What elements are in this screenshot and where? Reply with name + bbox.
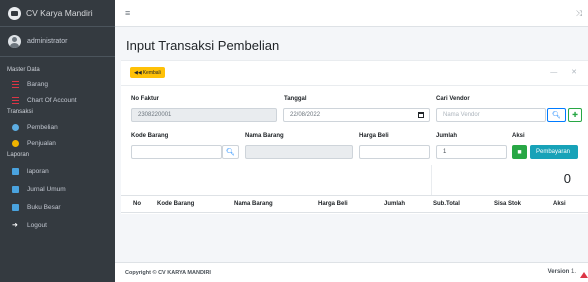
th-no: No <box>133 201 141 207</box>
sidebar-item-label: Logout <box>27 221 47 229</box>
sidebar-item-buku-besar[interactable]: Buku Besar <box>0 198 115 216</box>
sidebar-item-label: Buku Besar <box>27 203 61 211</box>
circle-icon <box>12 123 19 131</box>
vendor-field[interactable]: Nama Vendor <box>436 108 546 122</box>
jumlah-value: 1 <box>443 149 447 155</box>
brand-link[interactable]: CV Karya Mandiri <box>0 0 115 27</box>
sidebar-item-pembelian[interactable]: Pembelian <box>0 119 115 135</box>
nama-barang-field[interactable] <box>245 145 353 159</box>
plus-icon: ✚ <box>572 112 578 119</box>
back-arrow-icon: ◀◀ <box>134 69 142 76</box>
search-icon: 🔍︎ <box>226 149 235 156</box>
brand-logo <box>8 6 21 20</box>
calendar-icon[interactable] <box>418 112 424 118</box>
pembayaran-label: Pembayaran <box>536 149 571 155</box>
book-icon <box>12 185 19 193</box>
sidebar-item-laporan[interactable]: laporan <box>0 162 115 180</box>
footer: Copyright © CV KARYA MANDIRI Version 1. <box>115 262 588 282</box>
nav-header-master: Master Data <box>7 67 40 73</box>
pembayaran-button[interactable]: Pembayaran <box>530 145 578 159</box>
table-top-border <box>121 195 588 196</box>
aksi-label: Aksi <box>512 133 525 139</box>
nav-header-laporan: Laporan <box>7 152 30 158</box>
version-label: Version <box>547 269 570 275</box>
sidebar-item-label: Penjualan <box>27 139 56 147</box>
th-jumlah: Jumlah <box>384 201 406 207</box>
sidebar-nav: Master Data Barang Chart Of Account Tran… <box>0 57 115 234</box>
sidebar-item-label: Chart Of Account <box>27 96 77 104</box>
sidebar-item-label: Jurnal Umum <box>27 185 66 193</box>
sidebar-item-barang[interactable]: Barang <box>0 76 115 92</box>
book-icon <box>12 203 19 211</box>
card-header: ◀◀ Kembali — ✕ <box>121 61 588 86</box>
sidebar-item-chart-of-account[interactable]: Chart Of Account <box>0 92 115 108</box>
no-faktur-label: No Faktur <box>131 96 160 102</box>
page-title: Input Transaksi Pembelian <box>126 38 280 53</box>
harga-beli-label: Harga Beli <box>359 133 389 139</box>
sidebar-item-label: Pembelian <box>27 123 58 131</box>
save-icon: ■ <box>517 148 522 156</box>
nav-header-transaksi: Transaksi <box>7 109 33 115</box>
th-kode-barang: Kode Barang <box>157 201 195 207</box>
logout-icon: ➜ <box>12 221 18 229</box>
book-icon <box>12 167 19 175</box>
harga-beli-field[interactable] <box>359 145 430 159</box>
top-navbar: ≡ ⤨ <box>115 0 588 27</box>
no-faktur-value: 2308220001 <box>138 112 172 118</box>
sidebar-item-label: Barang <box>27 80 48 88</box>
th-harga-beli: Harga Beli <box>318 201 348 207</box>
vendor-label: Cari Vendor <box>436 96 470 102</box>
kode-barang-field[interactable] <box>131 145 222 159</box>
vendor-placeholder: Nama Vendor <box>443 112 480 118</box>
th-aksi: Aksi <box>553 201 566 207</box>
sidebar-item-jurnal-umum[interactable]: Jurnal Umum <box>0 180 115 198</box>
sidebar: CV Karya Mandiri administrator Master Da… <box>0 0 115 282</box>
scroll-top-icon[interactable] <box>580 272 588 278</box>
user-panel[interactable]: administrator <box>0 27 115 57</box>
card-tools[interactable]: — ✕ <box>550 68 583 76</box>
list-icon <box>12 80 19 88</box>
th-nama-barang: Nama Barang <box>234 201 273 207</box>
tanggal-label: Tanggal <box>284 96 307 102</box>
search-barang-button[interactable]: 🔍︎ <box>222 145 239 159</box>
list-icon <box>12 96 19 104</box>
back-label: Kembali <box>142 69 161 76</box>
brand-name: CV Karya Mandiri <box>26 8 93 18</box>
sidebar-item-penjualan[interactable]: Penjualan <box>0 135 115 151</box>
th-subtotal: Sub.Total <box>433 201 460 207</box>
th-sisa-stok: Sisa Stok <box>494 201 522 207</box>
user-name: administrator <box>27 38 68 45</box>
jumlah-label: Jumlah <box>436 133 458 139</box>
menu-toggle-icon[interactable]: ≡ <box>125 8 130 18</box>
copyright-text: Copyright © CV KARYA MANDIRI <box>125 270 211 276</box>
no-faktur-field[interactable]: 2308220001 <box>131 108 277 122</box>
jumlah-field[interactable]: 1 <box>436 145 507 159</box>
kode-barang-label: Kode Barang <box>131 133 169 139</box>
sidebar-item-logout[interactable]: ➜ Logout <box>0 216 115 234</box>
avatar <box>8 35 21 48</box>
save-button[interactable]: ■ <box>512 145 527 159</box>
search-icon: 🔍︎ <box>552 112 561 119</box>
table-header-border <box>121 212 588 213</box>
fullscreen-icon[interactable]: ⤨ <box>576 9 582 19</box>
back-button[interactable]: ◀◀ Kembali <box>130 67 165 78</box>
nama-barang-label: Nama Barang <box>245 133 284 139</box>
version-info: Version 1. <box>548 269 576 275</box>
tanggal-field[interactable]: 22/08/2022 <box>283 108 430 122</box>
version-value: 1. <box>570 269 576 275</box>
total-box: 0 <box>431 165 588 195</box>
circle-icon <box>12 139 19 147</box>
sidebar-item-label: laporan <box>27 167 49 175</box>
tanggal-value: 22/08/2022 <box>290 112 321 118</box>
total-value: 0 <box>563 171 571 186</box>
search-vendor-button[interactable]: 🔍︎ <box>547 108 566 122</box>
add-vendor-button[interactable]: ✚ <box>568 108 582 122</box>
